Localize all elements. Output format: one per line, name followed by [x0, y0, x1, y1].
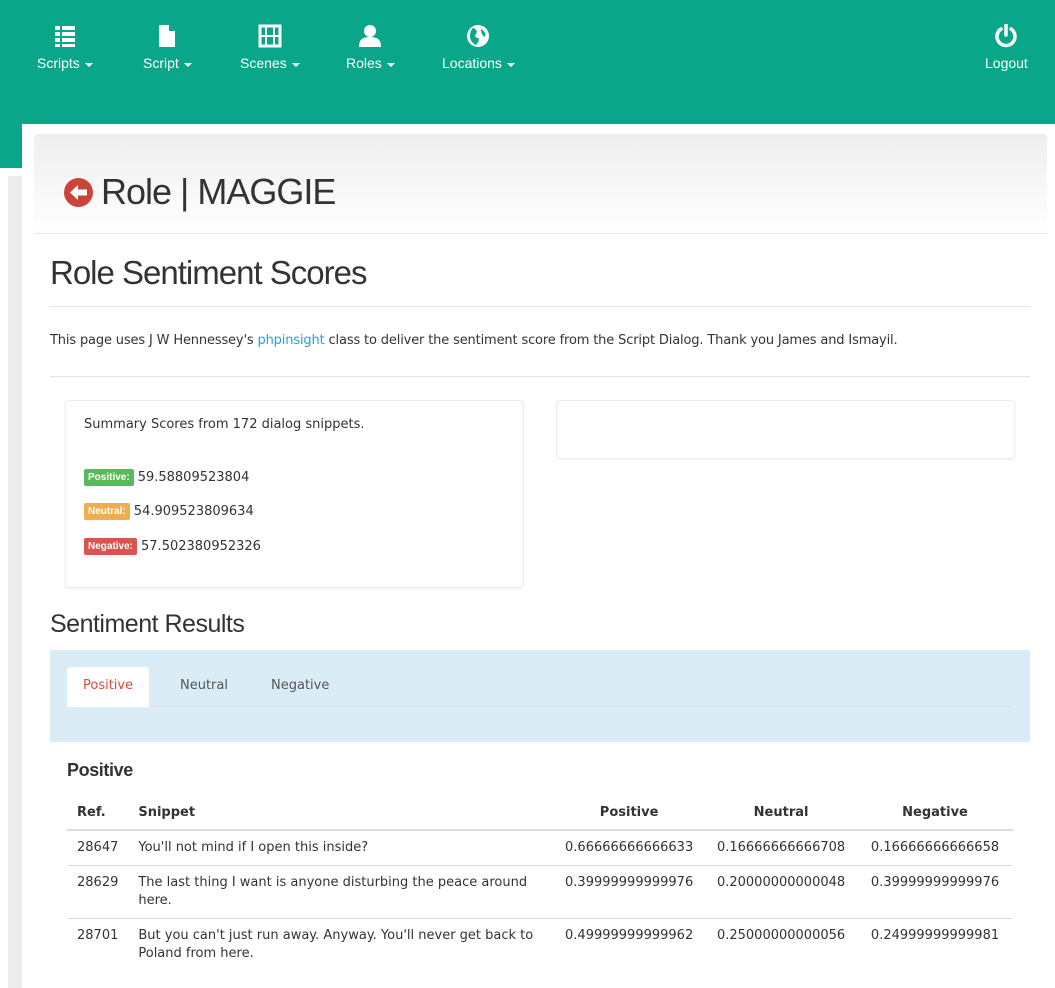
summary-card: Summary Scores from 172 dialog snippets.…: [65, 400, 524, 588]
col-snippet: Snippet: [128, 796, 554, 831]
neutral-score-row: Neutral: 54.909523809634: [84, 503, 254, 520]
col-ref: Ref.: [67, 796, 129, 831]
results-tabs-container: Positive Neutral Negative: [50, 650, 1030, 742]
film-icon: [258, 24, 282, 48]
caret-down-icon: [506, 62, 515, 67]
section-heading: Role Sentiment Scores: [50, 254, 367, 291]
caret-down-icon: [386, 62, 395, 67]
row-positive: 0.39999999999976: [553, 865, 706, 919]
negative-badge: Negative:: [84, 538, 138, 555]
nav-scenes[interactable]: Scenes: [240, 24, 300, 72]
row-neutral: 0.16666666666708: [705, 829, 858, 866]
negative-score-row: Negative: 57.502380952326: [84, 538, 261, 555]
summary-text: Summary Scores from 172 dialog snippets.: [84, 417, 365, 432]
positive-badge: Positive:: [84, 469, 134, 486]
row-positive: 0.49999999999962: [553, 918, 706, 971]
row-snippet: You'll not mind if I open this inside?: [128, 829, 554, 866]
divider: [50, 376, 1030, 377]
table-row: 28647 You'll not mind if I open this ins…: [67, 829, 1013, 866]
nav-script[interactable]: Script: [143, 24, 192, 72]
row-negative: 0.16666666666658: [857, 829, 1013, 866]
negative-score: 57.502380952326: [141, 539, 261, 554]
divider: [50, 306, 1030, 307]
caret-down-icon: [183, 62, 192, 67]
tab-negative[interactable]: Negative: [255, 667, 345, 707]
nav-roles-label: Roles: [346, 55, 382, 71]
row-neutral: 0.25000000000056: [705, 918, 858, 971]
user-icon: [359, 25, 382, 47]
nav-scenes-label: Scenes: [240, 55, 287, 71]
results-pane: Positive Ref. Snippet Positive Neutral N…: [50, 742, 1030, 988]
back-arrow-icon[interactable]: [64, 178, 93, 207]
table-header-row: Ref. Snippet Positive Neutral Negative: [67, 796, 1013, 831]
nav-accent-strip: [0, 124, 22, 168]
empty-card: [556, 400, 1015, 459]
intro-text-before: This page uses J W Hennessey's: [50, 333, 258, 348]
intro-text: This page uses J W Hennessey's phpinsigh…: [50, 333, 898, 348]
tab-neutral[interactable]: Neutral: [164, 667, 244, 707]
top-navbar: Scripts Script Scenes Roles Locations Lo…: [0, 0, 1055, 124]
row-ref: 28701: [67, 918, 129, 971]
left-rail: [8, 176, 22, 988]
page-title: Role | MAGGIE: [64, 171, 336, 213]
nav-locations[interactable]: Locations: [442, 24, 515, 72]
logout-button[interactable]: Logout: [985, 24, 1028, 72]
power-icon: [995, 24, 1018, 48]
nav-roles[interactable]: Roles: [346, 24, 395, 72]
logout-label: Logout: [985, 55, 1028, 71]
table-row: 28701 But you can't just run away. Anywa…: [67, 918, 1013, 971]
row-negative: 0.39999999999976: [857, 865, 1013, 919]
nav-scripts-label: Scripts: [37, 55, 80, 71]
row-snippet: But you can't just run away. Anyway. You…: [128, 918, 554, 971]
table-row: 28629 The last thing I want is anyone di…: [67, 865, 1013, 919]
col-positive: Positive: [553, 796, 706, 831]
page-header: Role | MAGGIE: [34, 134, 1047, 234]
results-table: Ref. Snippet Positive Neutral Negative 2…: [67, 796, 1013, 971]
row-negative: 0.24999999999981: [857, 918, 1013, 971]
neutral-badge: Neutral:: [84, 503, 130, 520]
positive-score: 59.58809523804: [137, 470, 250, 485]
nav-scripts[interactable]: Scripts: [37, 24, 93, 72]
row-ref: 28629: [67, 865, 129, 919]
file-icon: [159, 25, 176, 47]
caret-down-icon: [291, 62, 300, 67]
nav-script-label: Script: [143, 55, 179, 71]
phpinsight-link[interactable]: phpinsight: [257, 333, 324, 348]
col-negative: Negative: [857, 796, 1013, 831]
caret-down-icon: [84, 62, 93, 67]
tab-positive[interactable]: Positive: [67, 667, 150, 707]
neutral-score: 54.909523809634: [133, 504, 254, 519]
nav-locations-label: Locations: [442, 55, 502, 71]
row-ref: 28647: [67, 829, 129, 866]
row-positive: 0.66666666666633: [553, 829, 706, 866]
globe-icon: [467, 25, 490, 47]
results-section-title: Positive: [67, 760, 133, 780]
list-icon: [54, 26, 75, 47]
intro-text-after: class to deliver the sentiment score fro…: [324, 333, 898, 348]
page-title-text: Role | MAGGIE: [101, 171, 336, 212]
row-neutral: 0.20000000000048: [705, 865, 858, 919]
row-snippet: The last thing I want is anyone disturbi…: [128, 865, 554, 919]
col-neutral: Neutral: [705, 796, 858, 831]
positive-score-row: Positive: 59.58809523804: [84, 469, 249, 486]
results-heading: Sentiment Results: [50, 610, 245, 638]
